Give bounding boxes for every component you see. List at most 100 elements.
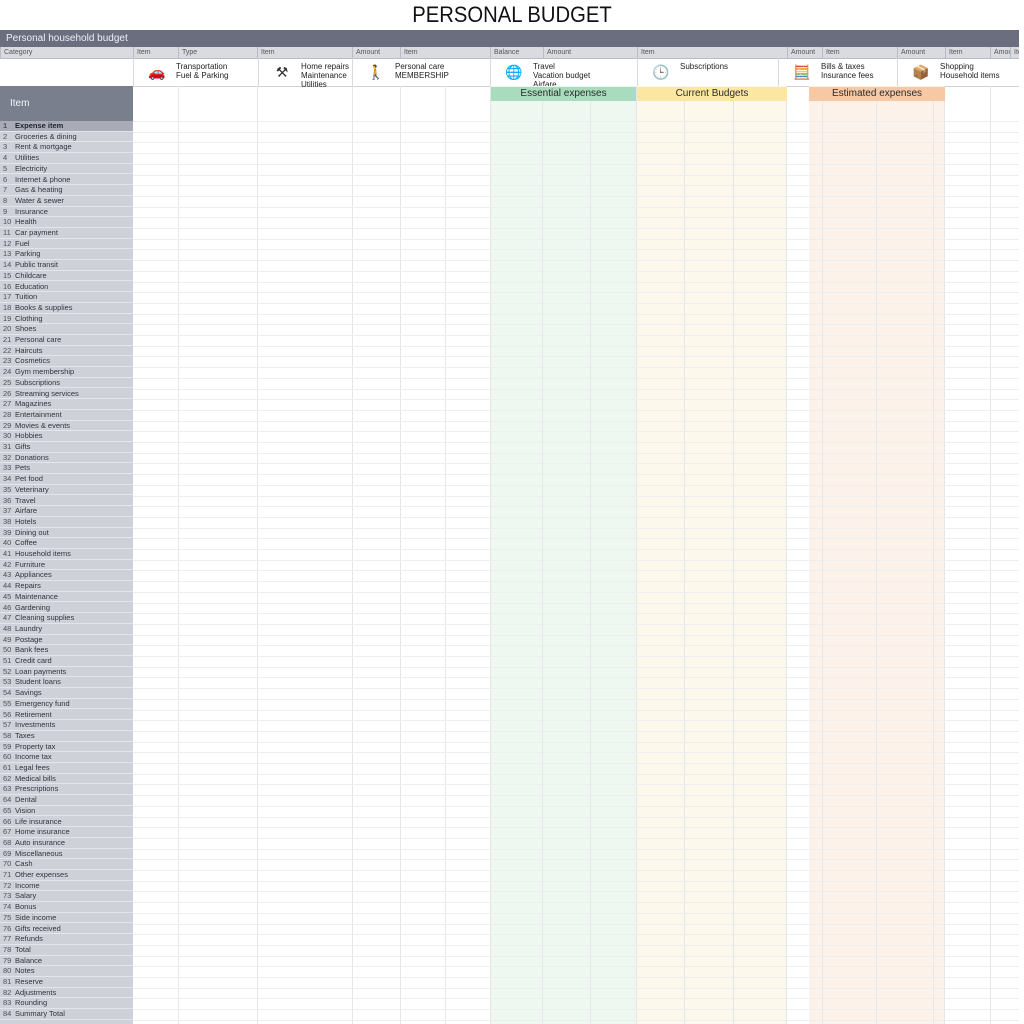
sidebar-row[interactable]: 42 Furniture xyxy=(0,560,133,571)
category-cell[interactable]: 🌐 Travel Vacation budget Airfare xyxy=(490,58,637,89)
sidebar-row[interactable]: 18 Books & supplies xyxy=(0,303,133,314)
sidebar-row[interactable]: 43 Appliances xyxy=(0,570,133,582)
sidebar-row[interactable]: 83 Rounding xyxy=(0,998,133,1010)
sidebar-row[interactable]: 10 Health xyxy=(0,217,133,228)
sidebar-row[interactable]: 57 Investments xyxy=(0,720,133,731)
sidebar-row[interactable]: 37 Airfare xyxy=(0,506,133,517)
sidebar-row[interactable]: 77 Refunds xyxy=(0,934,133,945)
category-cell[interactable]: 🕒 Subscriptions xyxy=(637,58,778,86)
column-header[interactable]: Balance xyxy=(490,47,543,58)
sidebar-row[interactable]: 67 Home insurance xyxy=(0,827,133,838)
sidebar-row[interactable]: 80 Notes xyxy=(0,966,133,977)
sidebar-row[interactable]: 12 Fuel xyxy=(0,239,133,250)
sidebar-row[interactable]: 13 Parking xyxy=(0,249,133,261)
sidebar-row[interactable]: 59 Property tax xyxy=(0,742,133,753)
column-header[interactable]: Category xyxy=(0,47,133,58)
sidebar-row[interactable]: 32 Donations xyxy=(0,453,133,464)
category-cell[interactable]: 🚗 Transportation Fuel & Parking xyxy=(133,58,258,86)
sidebar-row[interactable]: 82 Adjustments xyxy=(0,988,133,999)
sidebar-row[interactable]: 78 Total xyxy=(0,945,133,956)
sidebar-row[interactable]: 2 Groceries & dining xyxy=(0,132,133,143)
sidebar-row[interactable]: 63 Prescriptions xyxy=(0,784,133,796)
sidebar-row[interactable]: 35 Veterinary xyxy=(0,485,133,496)
sidebar-row[interactable]: 55 Emergency fund xyxy=(0,699,133,710)
sidebar-row[interactable]: 60 Income tax xyxy=(0,752,133,763)
sidebar-row[interactable]: 73 Salary xyxy=(0,891,133,903)
sidebar-row[interactable]: 79 Balance xyxy=(0,956,133,967)
column-header[interactable]: Item xyxy=(637,47,787,58)
sidebar-row[interactable]: 20 Shoes xyxy=(0,324,133,335)
sidebar-row[interactable]: 53 Student loans xyxy=(0,677,133,689)
sidebar-row[interactable]: 74 Bonus xyxy=(0,902,133,913)
sidebar-row[interactable]: 30 Hobbies xyxy=(0,431,133,442)
column-header[interactable]: Item xyxy=(945,47,990,58)
sidebar-row[interactable]: 11 Car payment xyxy=(0,228,133,239)
sidebar-row[interactable]: 22 Haircuts xyxy=(0,346,133,357)
sidebar-row[interactable]: 48 Laundry xyxy=(0,624,133,635)
sidebar-row[interactable]: 33 Pets xyxy=(0,463,133,475)
category-cell[interactable]: 🧮 Bills & taxes Insurance fees xyxy=(778,58,897,86)
sidebar-row[interactable]: 38 Hotels xyxy=(0,517,133,528)
sidebar-row[interactable]: 40 Coffee xyxy=(0,538,133,549)
spreadsheet-grid[interactable]: Essential expenses Current Budgets Estim… xyxy=(133,86,1019,1024)
sidebar-row[interactable]: 54 Savings xyxy=(0,688,133,699)
sidebar-row[interactable]: 76 Gifts received xyxy=(0,924,133,935)
sidebar-row[interactable]: 50 Bank fees xyxy=(0,645,133,656)
column-header[interactable]: Item xyxy=(133,47,178,58)
sidebar-row[interactable]: 6 Internet & phone xyxy=(0,175,133,186)
sidebar-row[interactable]: 4 Utilities xyxy=(0,153,133,164)
sidebar-row[interactable]: 71 Other expenses xyxy=(0,870,133,881)
sidebar-row[interactable]: 45 Maintenance xyxy=(0,592,133,603)
sidebar-row[interactable]: 25 Subscriptions xyxy=(0,378,133,389)
sidebar-row[interactable]: 47 Cleaning supplies xyxy=(0,613,133,624)
sidebar-row[interactable]: 3 Rent & mortgage xyxy=(0,142,133,154)
sidebar-row[interactable]: 46 Gardening xyxy=(0,603,133,614)
sidebar-row[interactable]: 15 Childcare xyxy=(0,271,133,282)
column-header[interactable]: Item xyxy=(400,47,490,58)
category-cell[interactable]: ⚒ Home repairs Maintenance Utilities xyxy=(258,58,352,89)
sidebar-row[interactable]: 64 Dental xyxy=(0,795,133,806)
sidebar-row[interactable]: 5 Electricity xyxy=(0,164,133,175)
sidebar-row[interactable]: 9 Insurance xyxy=(0,207,133,218)
sidebar-row[interactable]: 16 Education xyxy=(0,282,133,293)
column-header[interactable]: Amount xyxy=(897,47,945,58)
sidebar-row[interactable]: 56 Retirement xyxy=(0,710,133,721)
column-header[interactable]: Amount xyxy=(990,47,1010,58)
sidebar-row[interactable]: 65 Vision xyxy=(0,806,133,817)
column-header[interactable]: Amount xyxy=(352,47,400,58)
sidebar-row[interactable]: 31 Gifts xyxy=(0,442,133,453)
sidebar-row[interactable]: 23 Cosmetics xyxy=(0,356,133,368)
category-cell[interactable]: 🚶 Personal care MEMBERSHIP xyxy=(352,58,490,86)
column-header[interactable]: Item xyxy=(257,47,352,58)
sidebar-row[interactable]: 21 Personal care xyxy=(0,335,133,346)
sidebar-row[interactable]: 1 Expense item xyxy=(0,121,133,132)
sidebar-row[interactable]: 51 Credit card xyxy=(0,656,133,667)
sidebar-row[interactable]: 72 Income xyxy=(0,881,133,892)
sidebar-row[interactable]: 58 Taxes xyxy=(0,731,133,742)
sidebar-row[interactable]: 17 Tuition xyxy=(0,292,133,303)
sidebar-row[interactable]: 39 Dining out xyxy=(0,528,133,539)
sidebar-row[interactable]: 44 Repairs xyxy=(0,581,133,592)
sidebar-row[interactable]: 81 Reserve xyxy=(0,977,133,988)
sidebar-row[interactable]: 14 Public transit xyxy=(0,260,133,271)
sidebar-row[interactable]: 62 Medical bills xyxy=(0,774,133,785)
sidebar-row[interactable]: 28 Entertainment xyxy=(0,410,133,421)
sidebar-row[interactable]: 26 Streaming services xyxy=(0,389,133,400)
sidebar-row[interactable]: 75 Side income xyxy=(0,913,133,924)
sidebar-row[interactable]: 49 Postage xyxy=(0,635,133,646)
sidebar-row[interactable]: 41 Household items xyxy=(0,549,133,560)
sidebar-row[interactable]: 69 Miscellaneous xyxy=(0,849,133,860)
column-header[interactable]: Item xyxy=(1010,47,1019,58)
column-header[interactable]: Type xyxy=(178,47,257,58)
sidebar-row[interactable]: 66 Life insurance xyxy=(0,817,133,828)
sidebar-row[interactable]: 34 Pet food xyxy=(0,474,133,485)
category-cell[interactable]: 📦 Shopping Household items xyxy=(897,58,1019,86)
sidebar-row[interactable]: 27 Magazines xyxy=(0,399,133,410)
sidebar-row[interactable]: 19 Clothing xyxy=(0,314,133,325)
sidebar-row[interactable]: 36 Travel xyxy=(0,496,133,507)
column-header[interactable]: Amount xyxy=(543,47,637,58)
sidebar-row[interactable]: 70 Cash xyxy=(0,859,133,870)
sidebar-row[interactable]: 24 Gym membership xyxy=(0,367,133,378)
column-header[interactable]: Amount xyxy=(787,47,822,58)
sidebar-row[interactable]: 61 Legal fees xyxy=(0,763,133,774)
